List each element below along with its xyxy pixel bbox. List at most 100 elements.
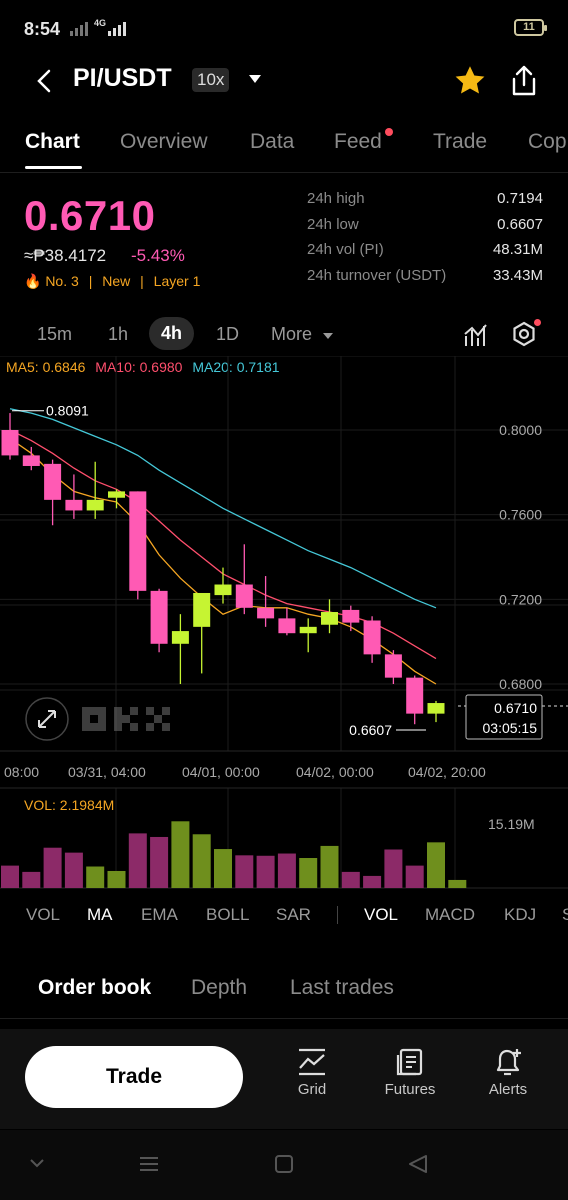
grid-label: Grid [297,1081,327,1098]
candle-body [257,607,275,619]
candlestick-chart[interactable]: 0.8000 0.7600 0.7200 0.6800 08:00 03/31, 04:0… [0,356,568,896]
volume-bar [384,849,403,888]
volume-bar [22,871,41,888]
interval-1d[interactable]: 1D [216,324,239,345]
chevron-down-icon[interactable] [248,72,262,86]
pair-tags: 🔥 No. 3 | New | Layer 1 [24,273,206,290]
indicator-vol[interactable]: VOL [26,905,60,925]
time-tick-label: 04/02, 00:00 [296,764,374,780]
candle-body [321,612,338,625]
indicator-ema[interactable]: EMA [141,905,178,925]
interval-selector: 15m 1h 4h 1D More [0,316,568,354]
tag-separator: | [88,273,93,289]
stat-label: 24h low [307,215,359,233]
logo-block [130,707,138,715]
alerts-button[interactable]: Alerts [473,1047,543,1098]
back-arrow-icon[interactable] [30,66,60,96]
tab-last-trades[interactable]: Last trades [290,976,394,1000]
layer-tag[interactable]: Layer 1 [154,273,201,289]
tab-depth[interactable]: Depth [191,976,247,1000]
pair-title[interactable]: PI/USDT [73,64,172,93]
candle-body [427,703,445,714]
stat-label: 24h turnover (USDT) [307,266,447,284]
share-icon[interactable] [506,63,542,99]
candle-body [384,654,402,678]
sub-indicator-vol[interactable]: VOL [364,905,398,925]
candle-body [342,609,360,623]
volume-bar [320,845,339,888]
candle [150,588,168,653]
tab-trade[interactable]: Trade [433,130,487,154]
volume-bar [256,855,275,888]
price-tick-label: 0.6800 [499,676,542,692]
candle [171,614,189,684]
candle [65,474,83,519]
logo-block [114,723,122,731]
candle [214,567,232,604]
candle-body [278,618,296,634]
interval-more[interactable]: More [271,324,312,345]
tag-separator: | [140,273,144,289]
candle [384,650,402,684]
volume-bar [86,866,105,888]
sub-indicator-more[interactable]: S [562,905,568,925]
indicator-ma[interactable]: MA [87,905,113,925]
volume-bar [128,833,147,888]
chevron-down-icon[interactable] [322,331,334,341]
sub-indicator-macd[interactable]: MACD [425,905,475,925]
tab-overview[interactable]: Overview [120,130,208,154]
divider [0,1018,568,1019]
candle-body [406,677,424,714]
candle-body [108,491,125,498]
status-bar: 8:54 4G 11 [0,0,568,58]
trade-button[interactable]: Trade [25,1046,243,1108]
main-tabs: Chart Overview Data Feed Trade Cop [0,128,568,172]
candle [278,607,296,636]
okx-logo-watermark [82,707,170,731]
indicator-sar[interactable]: SAR [276,905,311,925]
interval-15m[interactable]: 15m [37,324,72,345]
logo-block [146,723,154,731]
volume-bar [299,858,318,888]
tab-order-book[interactable]: Order book [38,976,151,1000]
candle-countdown: 03:05:15 [483,720,538,736]
price-tick-label: 0.8000 [499,422,542,438]
interval-4h[interactable]: 4h [149,317,195,350]
fullscreen-button[interactable] [25,697,69,741]
volume-bar [107,870,126,888]
chevron-down-icon[interactable] [28,1154,46,1172]
indicator-boll[interactable]: BOLL [206,905,249,925]
tab-data[interactable]: Data [250,130,294,154]
futures-label: Futures [384,1081,436,1098]
tab-copy[interactable]: Cop [528,130,567,154]
volume-bar [235,855,254,888]
volume-bar [64,852,83,888]
candle-body [22,455,40,466]
futures-icon [396,1048,423,1076]
rank-tag[interactable]: 🔥 No. 3 [24,273,79,289]
candle [193,592,211,674]
time-tick-label: 03/31, 04:00 [68,764,146,780]
indicator-icon[interactable] [463,322,489,348]
volume-bar [43,847,62,888]
candle [257,576,275,627]
candle-body [193,592,211,627]
favorite-star-icon[interactable] [452,63,488,99]
volume-bar [363,875,382,888]
back-icon[interactable] [407,1154,429,1174]
home-icon[interactable] [273,1154,295,1174]
menu-icon[interactable] [138,1154,160,1174]
interval-1h[interactable]: 1h [108,324,128,345]
tab-feed[interactable]: Feed [334,130,382,154]
sub-indicator-kdj[interactable]: KDJ [504,905,536,925]
stat-value: 0.7194 [497,190,543,207]
futures-button[interactable]: Futures [375,1047,445,1098]
grid-button[interactable]: Grid [277,1047,347,1098]
candle-body [235,584,253,608]
new-tag[interactable]: New [102,273,130,289]
candle [342,605,360,632]
volume-bar [214,849,232,888]
price-tick-label: 0.7600 [499,507,542,523]
candle-body [150,590,168,644]
tab-chart[interactable]: Chart [25,130,80,154]
